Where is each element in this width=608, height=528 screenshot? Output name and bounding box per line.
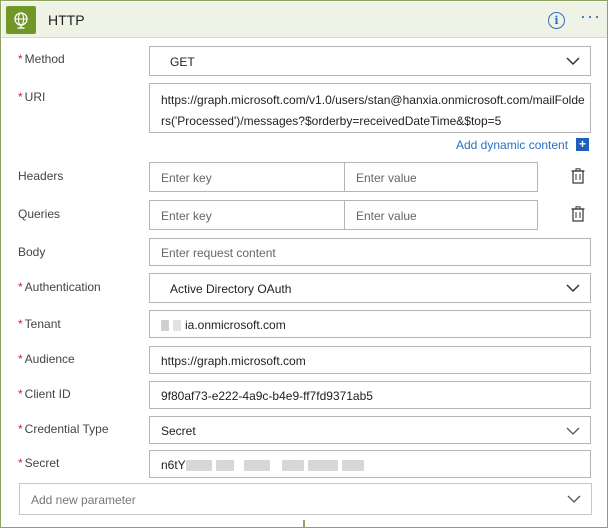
body-label: Body	[18, 245, 46, 259]
more-options-icon[interactable]: ···	[580, 6, 601, 27]
chevron-down-icon	[566, 427, 580, 435]
chevron-down-icon	[566, 284, 580, 293]
required-marker: *	[18, 422, 23, 436]
uri-text-line-1: https://graph.microsoft.com/v1.0/users/s…	[161, 93, 585, 107]
plus-icon[interactable]: +	[576, 138, 589, 151]
chevron-down-icon	[567, 495, 581, 503]
info-icon[interactable]: i	[548, 12, 565, 29]
redacted-block	[243, 460, 270, 472]
secret-value: n6tY	[161, 458, 368, 472]
secret-input[interactable]: n6tY	[149, 450, 591, 478]
method-value: GET	[170, 55, 195, 69]
add-dynamic-content-link[interactable]: Add dynamic content	[456, 138, 568, 152]
queries-value-input[interactable]: Enter value	[344, 200, 538, 230]
redacted-block	[161, 320, 169, 332]
body-input[interactable]: Enter request content	[149, 238, 591, 266]
card-title: HTTP	[48, 12, 85, 28]
client-id-label: * Client ID	[18, 387, 71, 401]
tenant-value: ia.onmicrosoft.com	[161, 318, 286, 332]
audience-input[interactable]: https://graph.microsoft.com	[149, 346, 591, 374]
authentication-value: Active Directory OAuth	[170, 282, 292, 296]
required-marker: *	[18, 280, 23, 294]
required-marker: *	[18, 90, 23, 104]
credential-type-dropdown[interactable]: Secret	[149, 416, 591, 444]
credential-type-value: Secret	[161, 424, 196, 438]
connector-line	[303, 520, 305, 528]
tenant-label: * Tenant	[18, 317, 61, 331]
audience-value: https://graph.microsoft.com	[161, 354, 306, 368]
delete-icon[interactable]	[571, 206, 585, 222]
headers-label: Headers	[18, 169, 64, 183]
headers-key-input[interactable]: Enter key	[149, 162, 345, 192]
delete-icon[interactable]	[571, 168, 585, 184]
required-marker: *	[18, 52, 23, 66]
required-marker: *	[18, 387, 23, 401]
globe-icon	[6, 6, 36, 34]
authentication-dropdown[interactable]: Active Directory OAuth	[149, 273, 591, 303]
required-marker: *	[18, 317, 23, 331]
headers-value-input[interactable]: Enter value	[344, 162, 538, 192]
secret-label: * Secret	[18, 456, 60, 470]
queries-label: Queries	[18, 207, 61, 221]
queries-key-input[interactable]: Enter key	[149, 200, 345, 230]
add-new-parameter-placeholder: Add new parameter	[31, 493, 136, 507]
headers-key-placeholder: Enter key	[161, 171, 212, 185]
redacted-block	[173, 320, 181, 332]
credential-type-label: * Credential Type	[18, 422, 109, 436]
uri-text-line-2: rs('Processed')/messages?$orderby=receiv…	[161, 114, 502, 128]
client-id-input[interactable]: 9f80af73-e222-4a9c-b4e9-ff7fd9371ab5	[149, 381, 591, 409]
audience-label: * Audience	[18, 352, 75, 366]
required-marker: *	[18, 352, 23, 366]
tenant-input[interactable]: ia.onmicrosoft.com	[149, 310, 591, 338]
queries-value-placeholder: Enter value	[356, 209, 417, 223]
redacted-block	[341, 460, 364, 472]
client-id-value: 9f80af73-e222-4a9c-b4e9-ff7fd9371ab5	[161, 389, 373, 403]
authentication-label: * Authentication	[18, 280, 101, 294]
required-marker: *	[18, 456, 23, 470]
method-label: * Method	[18, 52, 65, 66]
card-header[interactable]: HTTP i ···	[2, 2, 607, 38]
add-new-parameter-dropdown[interactable]: Add new parameter	[19, 483, 592, 515]
method-dropdown[interactable]: GET	[149, 46, 591, 76]
redacted-block	[307, 460, 338, 472]
redacted-block	[185, 460, 212, 472]
uri-input[interactable]: https://graph.microsoft.com/v1.0/users/s…	[149, 83, 591, 133]
queries-key-placeholder: Enter key	[161, 209, 212, 223]
http-action-card: HTTP i ··· * Method GET * URI https://grap…	[0, 0, 608, 528]
uri-label: * URI	[18, 90, 46, 104]
body-placeholder: Enter request content	[161, 246, 276, 260]
chevron-down-icon	[566, 57, 580, 66]
redacted-block	[215, 460, 234, 472]
headers-value-placeholder: Enter value	[356, 171, 417, 185]
redacted-block	[281, 460, 304, 472]
